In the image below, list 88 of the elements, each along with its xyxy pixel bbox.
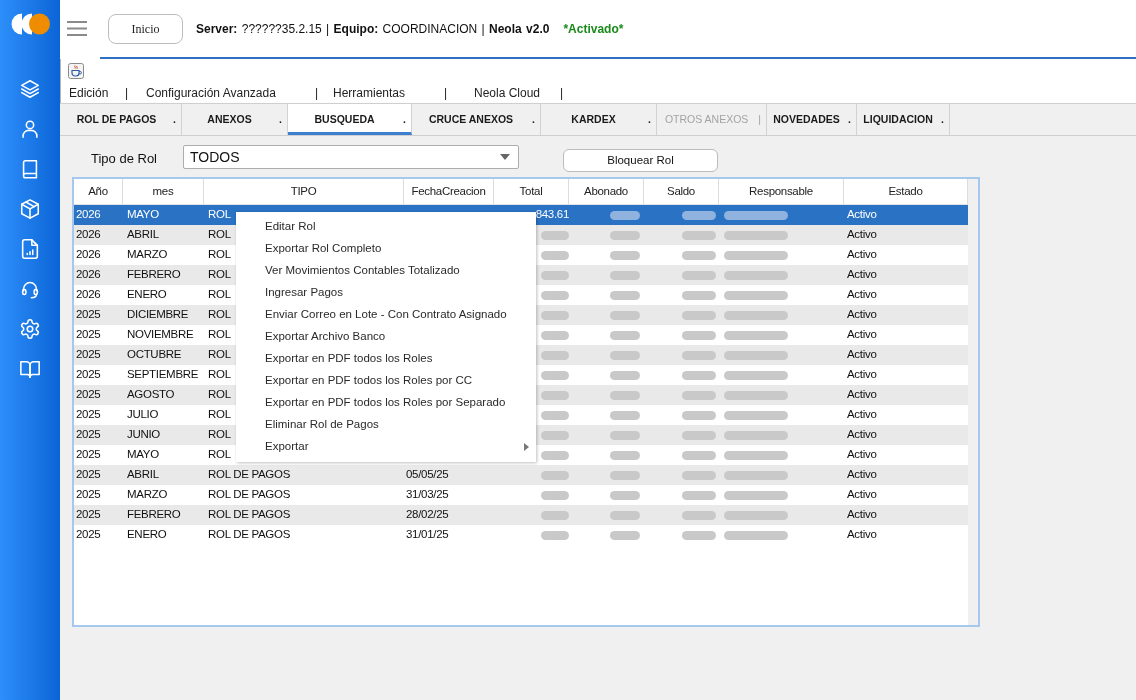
table-cell-text: ROL: [208, 267, 231, 283]
table-cell-text: 843.61: [535, 207, 569, 223]
table-cell-text: MARZO: [127, 247, 168, 263]
table-cell-text: FEBRERO: [127, 507, 181, 523]
table-cell-text: 2025: [76, 347, 101, 363]
table-cell-text: ROL DE PAGOS: [208, 467, 291, 483]
table-cell-text: 05/05/25: [406, 467, 449, 483]
column-header: Año: [74, 179, 123, 204]
table-cell-text: 2026: [76, 267, 101, 283]
table-cell-text: Activo: [847, 307, 877, 323]
table-cell-text: ROL: [208, 327, 231, 343]
table-cell-text: SEPTIEMBRE: [127, 367, 199, 383]
table-cell-text: ROL: [208, 427, 231, 443]
table-cell-text: NOVIEMBRE: [127, 327, 194, 343]
table-cell-text: ROL: [208, 227, 231, 243]
table-cell-text: ROL: [208, 387, 231, 403]
table-cell-text: Activo: [847, 267, 877, 283]
table-cell-text: ROL DE PAGOS: [208, 527, 291, 543]
table-cell-text: Activo: [847, 327, 877, 343]
menu-separator: |: [560, 86, 564, 100]
table-cell-text: 2025: [76, 527, 101, 543]
column-header: TIPO: [204, 179, 404, 204]
table-cell-text: 2026: [76, 227, 101, 243]
table-cell-text: 2025: [76, 487, 101, 503]
table-cell-text: Activo: [847, 507, 877, 523]
table-cell-text: 2025: [76, 447, 101, 463]
table-cell-text: Activo: [847, 427, 877, 443]
column-header: Saldo: [644, 179, 719, 204]
column-header: mes: [123, 179, 204, 204]
table-cell-text: Activo: [847, 287, 877, 303]
column-header: Abonado: [569, 179, 644, 204]
table-cell-text: 2025: [76, 327, 101, 343]
column-header: Total: [494, 179, 569, 204]
table-cell-text: 2025: [76, 407, 101, 423]
table-cell-text: Activo: [847, 247, 877, 263]
table-cell-text: 2025: [76, 367, 101, 383]
table-cell-text: 2025: [76, 467, 101, 483]
table-cell-text: JULIO: [127, 407, 159, 423]
table-cell-text: Activo: [847, 227, 877, 243]
role-type-label: Tipo de Rol: [91, 150, 158, 168]
table-cell-text: DICIEMBRE: [127, 307, 189, 323]
table-cell-text: 2026: [76, 207, 101, 223]
table-cell-text: FEBRERO: [127, 267, 181, 283]
table-cell-text: 28/02/25: [406, 507, 449, 523]
table-cell-text: 31/03/25: [406, 487, 449, 503]
table-cell-text: ROL: [208, 407, 231, 423]
table-cell-text: Activo: [847, 467, 877, 483]
table-cell-text: 31/01/25: [406, 527, 449, 543]
table-cell-text: Activo: [847, 387, 877, 403]
table-cell-text: 2025: [76, 387, 101, 403]
column-header: Responsable: [719, 179, 844, 204]
table-cell-text: ABRIL: [127, 467, 159, 483]
table-cell-text: ROL: [208, 347, 231, 363]
table-cell-text: ENERO: [127, 287, 167, 303]
table-cell-text: ROL: [208, 207, 231, 223]
table-cell-text: MAYO: [127, 447, 159, 463]
table-cell-text: ABRIL: [127, 227, 159, 243]
table-cell-text: Activo: [847, 207, 877, 223]
table-cell-text: ROL: [208, 447, 231, 463]
table-cell-text: ROL DE PAGOS: [208, 507, 291, 523]
table-cell-text: ENERO: [127, 527, 167, 543]
table-cell-text: ROL: [208, 247, 231, 263]
table-cell-text: Activo: [847, 447, 877, 463]
table-cell-text: ROL: [208, 367, 231, 383]
table-cell-text: Activo: [847, 527, 877, 543]
table-cell-text: 2026: [76, 287, 101, 303]
table-cell-text: MARZO: [127, 487, 168, 503]
table-cell-text: Activo: [847, 347, 877, 363]
table-cell-text: MAYO: [127, 207, 159, 223]
table-cell-text: Activo: [847, 367, 877, 383]
table-cell-text: 2025: [76, 427, 101, 443]
table-cell-text: Activo: [847, 407, 877, 423]
table-cell-text: 2026: [76, 247, 101, 263]
activation-status: *Activado*: [563, 20, 624, 38]
table-cell-text: ROL: [208, 307, 231, 323]
table-cell-text: 2025: [76, 307, 101, 323]
menu-separator: |: [444, 86, 448, 100]
table-cell-text: 2025: [76, 507, 101, 523]
column-header: FechaCreacion: [404, 179, 494, 204]
table-cell-text: JUNIO: [127, 427, 160, 443]
menu-separator: |: [125, 86, 129, 100]
table-cell-text: AGOSTO: [127, 387, 175, 403]
table-cell-text: OCTUBRE: [127, 347, 182, 363]
server-status-text: Server: ??????35.2.15 | Equipo: COORDINACION | Neola v2.0: [196, 20, 550, 38]
table-cell-text: Activo: [847, 487, 877, 503]
menu-separator: |: [315, 86, 319, 100]
table-cell-text: ROL DE PAGOS: [208, 487, 291, 503]
table-cell-text: ROL: [208, 287, 231, 303]
